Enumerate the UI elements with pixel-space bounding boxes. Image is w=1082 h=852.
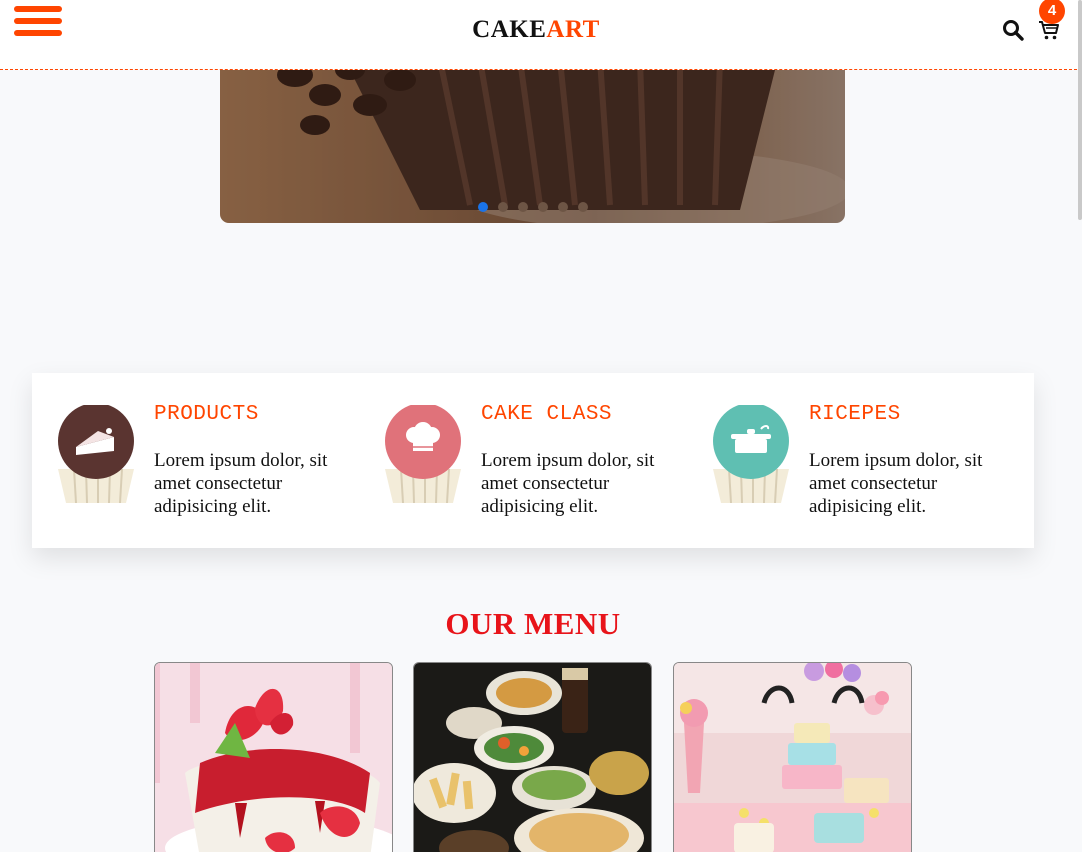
hero-slide-indicators — [478, 202, 588, 212]
slide-indicator-dot[interactable] — [518, 202, 528, 212]
logo-text-cake: CAKE — [472, 16, 547, 43]
feature-title: RICEPES — [809, 403, 901, 426]
chef-hat-cupcake-icon — [385, 405, 461, 504]
menu-item-panna-cotta[interactable] — [154, 662, 393, 852]
feature-text: Lorem ipsum dolor, sit amet consectetur … — [809, 450, 983, 517]
menu-section-title: OUR MENU — [445, 606, 621, 641]
cake-slice-cupcake-icon — [58, 405, 134, 504]
menu-item-party-table[interactable] — [673, 662, 912, 852]
slide-indicator-dot[interactable] — [538, 202, 548, 212]
search-icon[interactable] — [1002, 19, 1024, 41]
menu-item-savory-dishes[interactable] — [413, 662, 652, 852]
cooking-pot-cupcake-icon — [713, 405, 789, 504]
feature-products[interactable]: PRODUCTS Lorem ipsum dolor, sit amet con… — [32, 401, 352, 531]
slide-indicator-dot[interactable] — [558, 202, 568, 212]
slide-indicator-dot[interactable] — [578, 202, 588, 212]
site-logo[interactable]: CAKEART — [0, 16, 1072, 44]
top-header: CAKEART 4 — [0, 0, 1082, 70]
slide-indicator-dot[interactable] — [478, 202, 488, 212]
logo-text-art: ART — [546, 16, 600, 43]
page-scrollbar[interactable] — [1078, 0, 1082, 220]
feature-cake-class[interactable]: CAKE CLASS Lorem ipsum dolor, sit amet c… — [359, 401, 679, 531]
slide-indicator-dot[interactable] — [498, 202, 508, 212]
feature-ricepes[interactable]: RICEPES Lorem ipsum dolor, sit amet cons… — [687, 401, 1007, 531]
feature-title: PRODUCTS — [154, 403, 259, 426]
feature-text: Lorem ipsum dolor, sit amet consectetur … — [481, 450, 655, 517]
features-panel: PRODUCTS Lorem ipsum dolor, sit amet con… — [32, 373, 1034, 548]
feature-title: CAKE CLASS — [481, 403, 613, 426]
feature-text: Lorem ipsum dolor, sit amet consectetur … — [154, 450, 328, 517]
